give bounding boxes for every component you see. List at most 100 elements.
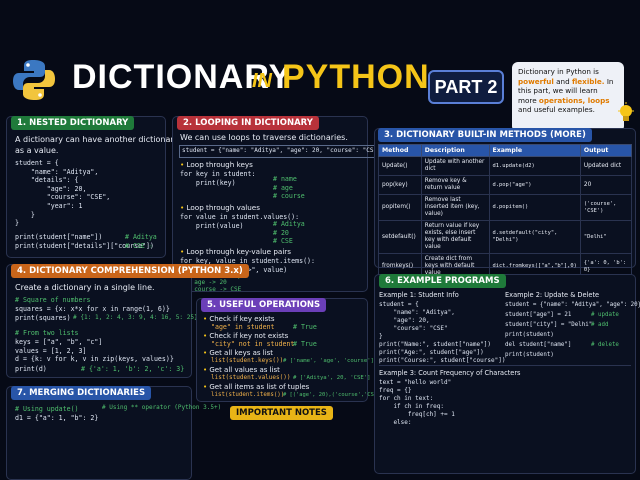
heading-text: Loop through keys xyxy=(186,160,253,169)
panel-title: 5. USEFUL OPERATIONS xyxy=(201,298,327,312)
column-header: Description xyxy=(420,144,490,157)
comprehension-code-1: squares = {x: x*x for x in range(1, 6)} xyxy=(15,305,170,313)
heading-text: Loop through values xyxy=(186,203,260,212)
comprehension-comment-1: # Square of numbers xyxy=(15,296,91,304)
intro-text: and xyxy=(518,105,532,114)
intro-highlight: flexible. xyxy=(571,76,605,86)
loop-keys-output: # name # age # course xyxy=(273,175,305,201)
table-cell: pop(key) xyxy=(378,175,422,195)
title-python: PYTHON xyxy=(282,58,430,96)
important-notes-title: IMPORTANT NOTES xyxy=(230,406,333,420)
example-2-comment: # update xyxy=(591,312,619,318)
example-2-heading: Example 2: Update & Delete xyxy=(505,291,600,299)
example-2-code: del student["name"] xyxy=(505,342,572,348)
useful-item-code: list(student.items()) xyxy=(211,392,285,398)
table-cell: d1.update(d2) xyxy=(488,156,581,176)
table-cell: Remove key & return value xyxy=(420,175,490,195)
nested-print-2-comment: # CSE ☆ xyxy=(125,242,153,250)
merging-comment-1: # Using update() xyxy=(15,405,79,413)
heading-text: Loop through key-value pairs xyxy=(186,247,292,256)
table-cell: d.popitem() xyxy=(488,194,581,221)
loop-kv-heading: • Loop through key-value pairs xyxy=(180,247,292,256)
nested-print-1: print(student["name"]) xyxy=(15,233,103,241)
example-3-code: text = "hello world" freq = {} for ch in… xyxy=(379,379,455,426)
example-3-heading: Example 3: Count Frequency of Characters xyxy=(379,369,521,377)
table-cell: ('course', 'CSE') xyxy=(579,194,633,221)
table-cell: setdefault() xyxy=(378,220,422,254)
column-header: Example xyxy=(488,144,581,157)
panel-title: 3. DICTIONARY BUILT-IN METHODS (MORE) xyxy=(378,128,592,142)
table-cell: 20 xyxy=(579,175,633,195)
table-cell: Update with another dict xyxy=(420,156,490,176)
useful-item-code: list(student.keys()) xyxy=(211,357,284,364)
comprehension-print-2: print(d) xyxy=(15,365,47,373)
example-2-code: print(student) xyxy=(505,352,554,358)
comprehension-print-2-comment: # {'a': 1, 'b': 2, 'c': 3} xyxy=(81,365,185,373)
comprehension-print-1-comment: # {1: 1, 2: 4, 3: 9, 4: 16, 5: 25} xyxy=(73,314,198,321)
table-row: Update() Update with another dict d1.upd… xyxy=(378,156,633,176)
nested-dictionary-panel: 1. NESTED DICTIONARY A dictionary can ha… xyxy=(6,116,178,258)
methods-table: Method Description Example Output Update… xyxy=(378,144,633,280)
table-cell: Return value if key exists, else insert … xyxy=(420,220,490,254)
example-2-code: student["age"] = 21 xyxy=(505,312,572,318)
part-badge: PART 2 xyxy=(428,70,504,104)
heading-text: Check if key not exists xyxy=(209,332,289,340)
heading-text: Get all keys as list xyxy=(209,349,274,357)
table-cell: Update() xyxy=(378,156,422,176)
heading-text: Get all values as list xyxy=(209,366,280,374)
example-2-comment: # delete xyxy=(591,342,619,348)
example-1-code: student = { "name": "Aditya", "age": 20,… xyxy=(379,301,506,364)
useful-operations-panel: 5. USEFUL OPERATIONS • Check if key exis… xyxy=(196,298,387,402)
intro-highlight: operations, loops xyxy=(538,95,610,105)
useful-item-heading: • Check if key exists xyxy=(203,315,275,323)
python-logo-icon xyxy=(13,60,55,100)
loop-keys-code: for key in student: print(key) xyxy=(180,170,256,187)
intro-highlight: powerful xyxy=(518,76,554,86)
useful-item-comment: # True xyxy=(293,340,317,348)
useful-item-comment: # ['name', 'age', 'course'] xyxy=(283,358,374,364)
heading-text: Get all items as list of tuples xyxy=(209,383,310,391)
example-2-code: print(student) xyxy=(505,332,554,338)
example-2-comment: # add xyxy=(591,322,609,328)
table-cell: Updated dict xyxy=(579,156,633,176)
heading-text: Check if key exists xyxy=(209,315,275,323)
table-header-row: Method Description Example Output xyxy=(378,144,633,157)
example-2-code: student["city"] = "Delhi" xyxy=(505,322,593,328)
panel-title: 7. MERGING DICTIONARIES xyxy=(11,386,152,400)
looping-sample-dict: student = {"name": "Aditya", "age": 20, … xyxy=(179,145,388,158)
loop-keys-heading: • Loop through keys xyxy=(180,160,253,169)
title-in: IN xyxy=(252,70,272,92)
merging-panel: 7. MERGING DICTIONARIES # Using update()… xyxy=(6,386,192,480)
intro-text: and xyxy=(556,76,570,86)
nested-desc-2: as a value. xyxy=(15,146,59,155)
loop-values-heading: • Loop through values xyxy=(180,203,260,212)
table-cell: d.pop("age") xyxy=(488,175,581,195)
column-header: Output xyxy=(579,144,633,157)
table-row: setdefault() Return value if key exists,… xyxy=(378,220,633,254)
useful-item-comment: # ['Aditya', 20, 'CSE'] xyxy=(293,375,371,381)
table-row: popitem() Remove last inserted item (key… xyxy=(378,194,633,221)
loop-values-output: # Aditya # 20 # CSE xyxy=(273,220,305,246)
useful-item-comment: # [('age', 20),('course','CSE')] xyxy=(283,392,387,398)
looping-desc: We can use loops to traverse dictionarie… xyxy=(180,133,348,142)
table-cell: popitem() xyxy=(378,194,422,221)
comprehension-print-1: print(squares) xyxy=(15,314,71,322)
example-1-heading: Example 1: Student Info xyxy=(379,291,459,299)
nested-desc-1: A dictionary can have another dictionary xyxy=(15,135,179,144)
intro-text: useful examples. xyxy=(533,105,595,114)
useful-item-comment: # True xyxy=(293,323,317,331)
panel-title: 4. DICTIONARY COMPREHENSION (PYTHON 3.x) xyxy=(11,264,249,278)
lightbulb-icon xyxy=(618,102,634,121)
useful-item-heading: • Get all items as list of tuples xyxy=(203,383,310,391)
useful-item-heading: • Get all keys as list xyxy=(203,349,274,357)
merging-code-1: d1 = {"a": 1, "b": 2} xyxy=(15,414,99,422)
panel-title: 2. LOOPING IN DICTIONARY xyxy=(177,116,319,130)
nested-code: student = { "name": "Aditya", "details":… xyxy=(15,159,111,228)
table-cell: d.setdefault("city", "Delhi") xyxy=(488,220,581,254)
useful-item-code: list(student.values()) xyxy=(211,374,291,381)
comprehension-code-2: keys = ["a", "b", "c"] values = [1, 2, 3… xyxy=(15,338,174,364)
column-header: Method xyxy=(378,144,422,157)
comprehension-desc: Create a dictionary in a single line. xyxy=(15,283,155,292)
comprehension-panel: 4. DICTIONARY COMPREHENSION (PYTHON 3.x)… xyxy=(6,264,249,378)
panel-title: 1. NESTED DICTIONARY xyxy=(11,116,135,130)
